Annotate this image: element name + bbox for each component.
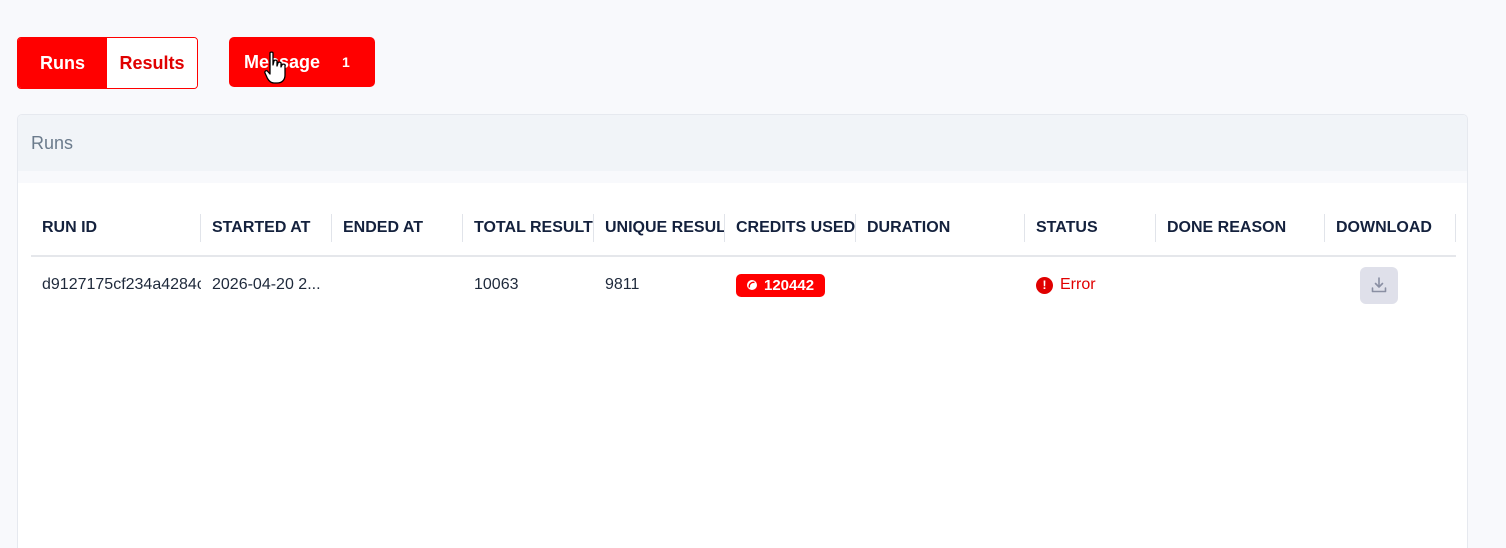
error-icon: ! xyxy=(1036,276,1053,294)
cell-unique-results: 9811 xyxy=(605,276,640,293)
column-header-done-reason[interactable]: DONE REASON xyxy=(1156,213,1325,242)
panel-header: Runs xyxy=(18,115,1467,171)
cell-total-results: 10063 xyxy=(474,276,519,293)
download-button[interactable] xyxy=(1360,266,1398,304)
credits-value: 120442 xyxy=(764,276,815,294)
message-button[interactable]: Message 1 xyxy=(229,37,375,87)
status-badge: ! Error xyxy=(1036,276,1096,294)
cell-credits-used: 120442 xyxy=(725,273,856,297)
table-row: d9127175cf234a4284c 2026-04-20 2... 1006… xyxy=(31,257,1456,313)
tab-runs[interactable]: Runs xyxy=(18,38,107,88)
column-header-ended-at[interactable]: ENDED AT xyxy=(332,213,463,242)
column-header-started-at[interactable]: STARTED AT xyxy=(201,213,332,242)
tab-results[interactable]: Results xyxy=(107,38,197,88)
download-icon xyxy=(1371,277,1387,293)
runs-table: RUN ID STARTED AT ENDED AT TOTAL RESULTS… xyxy=(31,200,1456,313)
cell-download xyxy=(1325,266,1456,304)
status-label: Error xyxy=(1060,276,1096,293)
table-header: RUN ID STARTED AT ENDED AT TOTAL RESULTS… xyxy=(31,200,1456,257)
column-header-total-results[interactable]: TOTAL RESULTS xyxy=(463,213,594,242)
view-tabs: Runs Results xyxy=(17,37,198,89)
cell-run-id: d9127175cf234a4284c xyxy=(42,276,201,293)
column-header-download[interactable]: DOWNLOAD xyxy=(1325,213,1456,242)
runs-panel: Runs RUN ID STARTED AT ENDED AT TOTAL RE… xyxy=(17,114,1468,548)
panel-title: Runs xyxy=(31,132,74,153)
message-count-badge: 1 xyxy=(342,54,350,70)
hand-pointer-icon xyxy=(264,51,286,84)
column-header-status[interactable]: STATUS xyxy=(1025,213,1156,242)
cell-status: ! Error xyxy=(1025,276,1156,294)
coin-icon xyxy=(747,280,757,290)
column-header-run-id[interactable]: RUN ID xyxy=(31,213,201,242)
column-header-duration[interactable]: DURATION xyxy=(856,213,1025,242)
column-header-unique-results[interactable]: UNIQUE RESULTS xyxy=(594,213,725,242)
cell-started-at: 2026-04-20 2... xyxy=(212,276,321,293)
column-header-credits-used[interactable]: CREDITS USED xyxy=(725,213,856,242)
credits-badge: 120442 xyxy=(736,273,826,297)
